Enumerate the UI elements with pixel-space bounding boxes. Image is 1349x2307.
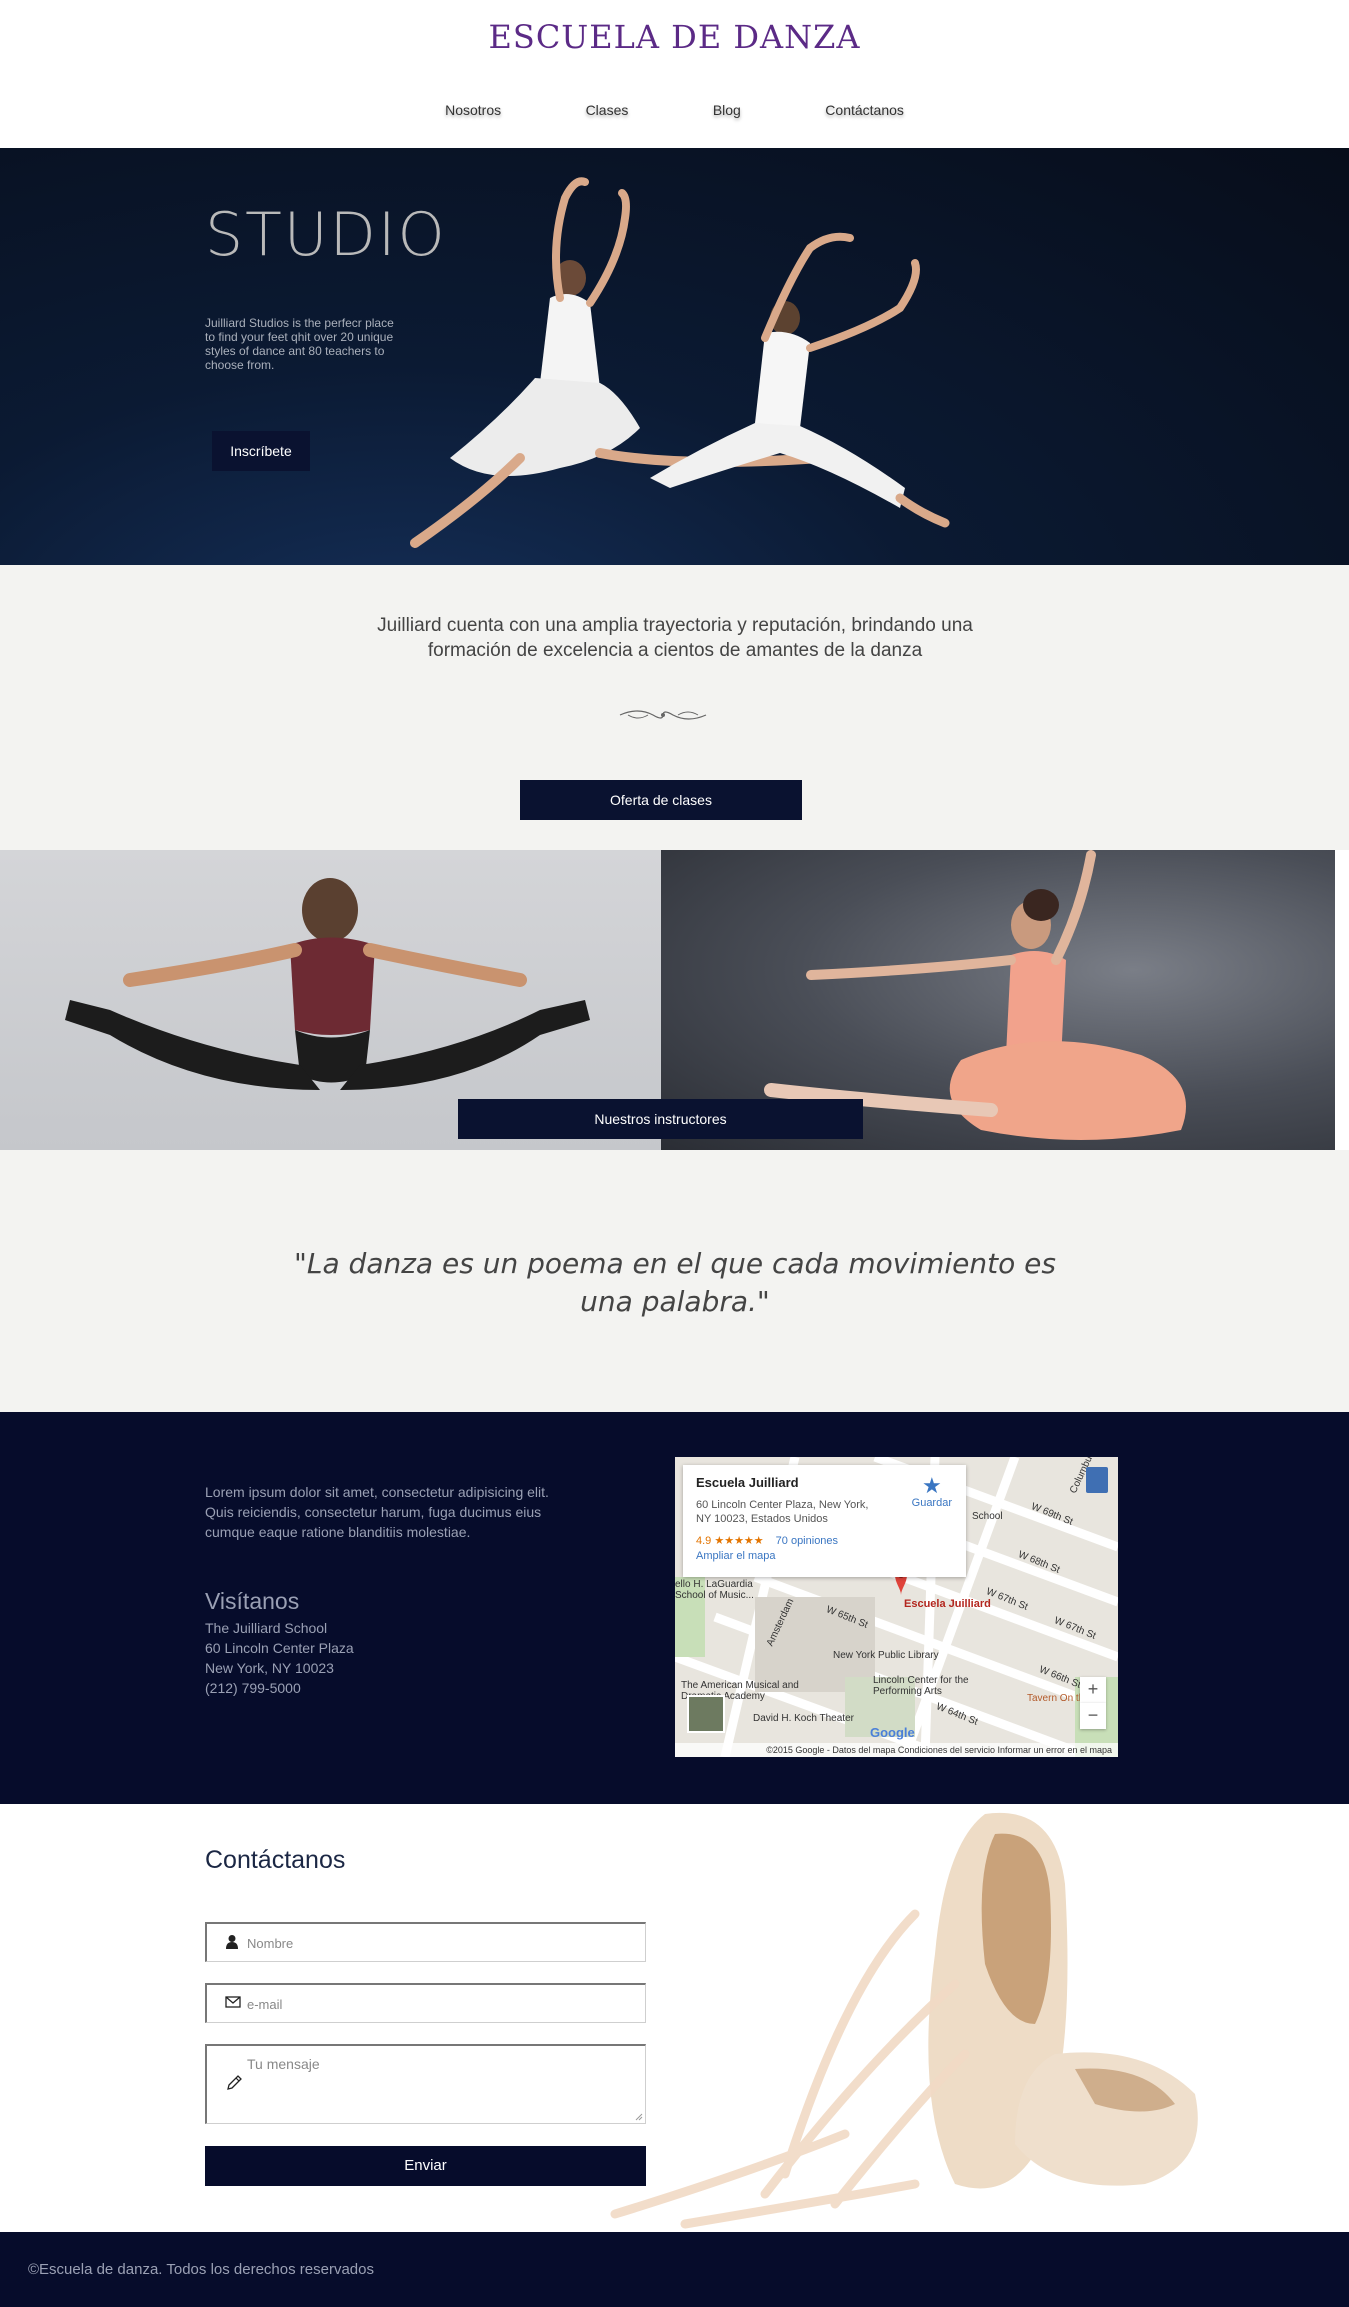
dancers-image	[410, 177, 950, 548]
site-title[interactable]: ESCUELA DE DANZA	[0, 18, 1349, 56]
site-footer: ©Escuela de danza. Todos los derechos re…	[0, 2232, 1349, 2307]
user-icon	[226, 1935, 238, 1949]
map-footer[interactable]: ©2015 Google - Datos del mapa Condicione…	[675, 1743, 1118, 1757]
site-header: ESCUELA DE DANZA Nosotros Clases Blog Co…	[0, 0, 1349, 148]
message-placeholder: Tu mensaje	[247, 2056, 320, 2072]
hero-section: STUDIO Juilliard Studios is the perfecr …	[0, 148, 1349, 565]
map-poi-label: ello H. LaGuardia School of Music...	[675, 1579, 754, 1601]
enroll-button[interactable]: Inscríbete	[212, 431, 310, 471]
classes-offer-button[interactable]: Oferta de clases	[520, 780, 802, 820]
intro-text: Juilliard cuenta con una amplia trayecto…	[377, 615, 973, 661]
map-poi-label: David H. Koch Theater	[753, 1713, 854, 1724]
address-block: The Juilliard School 60 Lincoln Center P…	[205, 1618, 354, 1698]
google-logo: Google	[870, 1725, 915, 1740]
map-street-label: School	[972, 1511, 1003, 1522]
street-view-pegman-icon[interactable]	[1086, 1467, 1108, 1493]
save-place-button[interactable]: ★ Guardar	[911, 1473, 952, 1510]
enlarge-map-link[interactable]: Ampliar el mapa	[696, 1550, 953, 1562]
quote-text: "La danza es un poema en el que cada mov…	[294, 1247, 1056, 1318]
main-nav: Nosotros Clases Blog Contáctanos	[0, 102, 1349, 120]
save-label: Guardar	[911, 1497, 952, 1509]
phone-number[interactable]: (212) 799-5000	[205, 1678, 354, 1698]
nav-item-clases[interactable]: Clases	[586, 102, 629, 118]
email-placeholder: e-mail	[247, 1997, 283, 2012]
instructors-section: Nuestros instructores	[0, 850, 1349, 1150]
map-card-rating: 4.9 ★★★★★ 70 opiniones	[696, 1534, 953, 1547]
visit-section: Lorem ipsum dolor sit amet, consectetur …	[0, 1412, 1349, 1804]
map-pin-label[interactable]: Escuela Juilliard	[904, 1598, 991, 1610]
nav-item-blog[interactable]: Blog	[713, 102, 741, 118]
map-poi-label: Lincoln Center for the Performing Arts	[873, 1675, 969, 1697]
address-line: New York, NY 10023	[205, 1660, 334, 1676]
ornament-icon	[619, 710, 707, 720]
map-card-address: 60 Lincoln Center Plaza, New York, NY 10…	[696, 1499, 869, 1525]
google-map[interactable]: Escuela Juilliard School W 69th St W 68t…	[675, 1457, 1118, 1757]
pointe-shoes-image	[610, 1812, 1198, 2229]
rating-stars: 4.9 ★★★★★	[696, 1535, 764, 1547]
address-line: 60 Lincoln Center Plaza	[205, 1640, 354, 1656]
address-line: The Juilliard School	[205, 1620, 328, 1636]
contact-title: Contáctanos	[205, 1846, 346, 1874]
send-button[interactable]: Enviar	[205, 2146, 646, 2186]
intro-section: Juilliard cuenta con una amplia trayecto…	[0, 565, 1349, 850]
message-field[interactable]: Tu mensaje	[205, 2044, 646, 2124]
resize-handle-icon[interactable]	[635, 2113, 643, 2121]
envelope-icon	[225, 1996, 241, 2008]
contact-section: Contáctanos Nombre e-mail Tu mensaje Env…	[0, 1804, 1349, 2232]
name-field[interactable]: Nombre	[205, 1922, 646, 1962]
zoom-out-button[interactable]: −	[1080, 1703, 1106, 1729]
instructors-button[interactable]: Nuestros instructores	[458, 1099, 863, 1139]
satellite-thumbnail[interactable]	[687, 1695, 725, 1733]
visit-description: Lorem ipsum dolor sit amet, consectetur …	[205, 1484, 549, 1540]
pencil-icon	[227, 2075, 242, 2090]
star-icon: ★	[921, 1473, 942, 1498]
nav-item-nosotros[interactable]: Nosotros	[445, 102, 501, 118]
quote-section: "La danza es un poema en el que cada mov…	[0, 1150, 1349, 1412]
map-poi-label: New York Public Library	[833, 1650, 939, 1661]
map-info-card: Escuela Juilliard 60 Lincoln Center Plaz…	[683, 1465, 966, 1577]
email-field[interactable]: e-mail	[205, 1983, 646, 2023]
nav-item-contactanos[interactable]: Contáctanos	[825, 102, 904, 118]
reviews-link[interactable]: 70 opiniones	[776, 1535, 838, 1547]
visit-title: Visítanos	[205, 1588, 300, 1614]
zoom-in-button[interactable]: +	[1080, 1677, 1106, 1703]
name-placeholder: Nombre	[247, 1936, 294, 1951]
hero-description: Juilliard Studios is the perfecr place t…	[205, 316, 394, 372]
copyright-text: ©Escuela de danza. Todos los derechos re…	[28, 2261, 374, 2278]
